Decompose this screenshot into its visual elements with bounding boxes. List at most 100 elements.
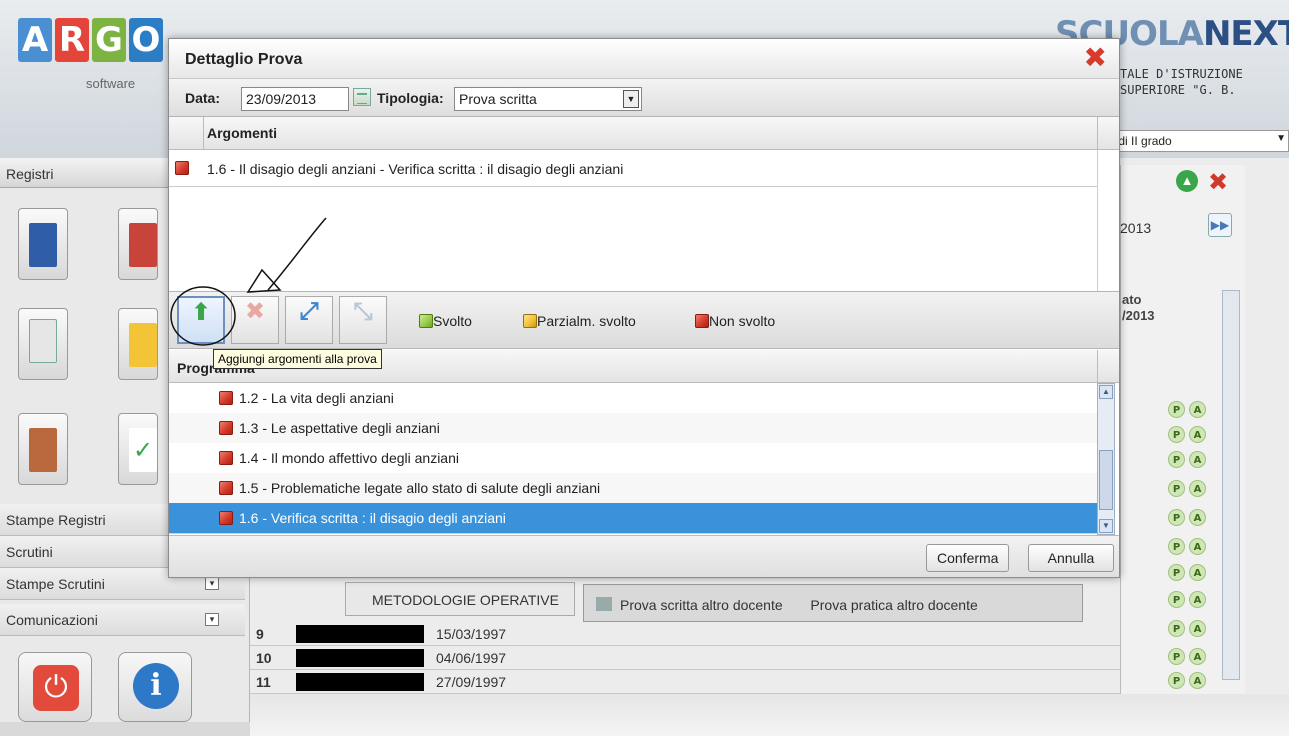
fast-forward-icon[interactable]: ▶▶ (1208, 213, 1232, 237)
remove-argomenti-button[interactable]: ✖ (231, 296, 279, 344)
presente-badge[interactable]: P (1168, 451, 1185, 468)
presente-badge[interactable]: P (1168, 509, 1185, 526)
calendar-icon[interactable] (18, 308, 68, 380)
scroll-up-icon[interactable]: ▲ (1099, 385, 1113, 399)
argomenti-empty-area (169, 188, 1097, 291)
column-divider (203, 117, 204, 150)
assente-badge[interactable]: A (1189, 538, 1206, 555)
column-header-partial: ato /2013 (1122, 292, 1155, 324)
background-scrollbar[interactable] (1222, 290, 1240, 680)
scroll-down-icon[interactable]: ▼ (1099, 519, 1113, 533)
filter-bar: Data: 23/09/2013 Tipologia: Prova scritt… (169, 79, 1119, 117)
table-row[interactable]: 11 27/09/1997 (250, 670, 1120, 694)
assente-badge[interactable]: A (1189, 672, 1206, 689)
presence-row: PA (1168, 538, 1206, 555)
argo-logo: A R G O (18, 18, 163, 62)
assente-badge[interactable]: A (1189, 591, 1206, 608)
background-decoration (250, 694, 1289, 736)
presente-badge[interactable]: P (1168, 648, 1185, 665)
programma-scrollbar[interactable]: ▲ ▼ (1097, 383, 1115, 535)
programma-item-text: 1.6 - Verifica scritta : il disagio degl… (239, 510, 506, 526)
expand-icon: ⤢ (299, 297, 319, 325)
presente-badge[interactable]: P (1168, 564, 1185, 581)
presente-badge[interactable]: P (1168, 426, 1185, 443)
report-icon[interactable] (18, 413, 68, 485)
presence-row: PA (1168, 426, 1206, 443)
non-svolto-status-icon (695, 314, 709, 328)
tab-metodologie[interactable]: METODOLOGIE OPERATIVE (345, 582, 575, 616)
assente-badge[interactable]: A (1189, 509, 1206, 526)
presence-row: PA (1168, 401, 1206, 418)
sidebar-item-label: Stampe Registri (6, 512, 106, 528)
argomento-text: 1.6 - Il disagio degli anziani - Verific… (207, 161, 624, 177)
assente-badge[interactable]: A (1189, 480, 1206, 497)
assente-badge[interactable]: A (1189, 648, 1206, 665)
logout-button[interactable]: ⏻ (18, 652, 92, 722)
scrollbar-thumb[interactable] (1099, 450, 1113, 510)
expand-icon[interactable]: ▾ (205, 613, 219, 626)
info-icon: i (133, 663, 179, 709)
registro-docente-icon[interactable] (118, 208, 158, 280)
presence-row: PA (1168, 509, 1206, 526)
school-name: TALE D'ISTRUZIONE SUPERIORE "G. B. (1120, 66, 1243, 98)
close-icon[interactable]: ✖ (1084, 44, 1107, 72)
collapse-all-button[interactable]: ⤡ (339, 296, 387, 344)
presente-badge[interactable]: P (1168, 401, 1185, 418)
logo-subtitle: software (86, 76, 136, 91)
edit-icon[interactable] (118, 308, 158, 380)
calendar-icon[interactable] (353, 88, 371, 106)
argomento-row[interactable]: 1.6 - Il disagio degli anziani - Verific… (169, 151, 1097, 187)
list-item[interactable]: 1.5 - Problematiche legate allo stato di… (169, 473, 1097, 504)
sidebar-item-comunicazioni[interactable]: Comunicazioni ▾ (0, 604, 245, 636)
sidebar-item-label: Comunicazioni (6, 612, 98, 628)
brand-part: NEXT (1202, 14, 1289, 54)
tipologia-select[interactable]: Prova scritta ▼ (454, 87, 642, 111)
sidebar-item-label: Stampe Scrutini (6, 576, 105, 592)
registro-classe-icon[interactable] (18, 208, 68, 280)
column-divider (1097, 350, 1098, 383)
logo-letter: A (18, 18, 52, 62)
sidebar-item-label: Scrutini (6, 544, 53, 560)
presente-badge[interactable]: P (1168, 591, 1185, 608)
column-header-line: ato (1122, 292, 1142, 307)
presente-badge[interactable]: P (1168, 538, 1185, 555)
argomenti-header: Argomenti (169, 117, 1119, 150)
checkmark-icon[interactable]: ✓ (118, 413, 158, 485)
assente-badge[interactable]: A (1189, 401, 1206, 418)
non-svolto-status-icon (219, 511, 233, 525)
presence-row: PA (1168, 591, 1206, 608)
assente-badge[interactable]: A (1189, 426, 1206, 443)
assente-badge[interactable]: A (1189, 451, 1206, 468)
list-item[interactable]: 1.4 - Il mondo affettivo degli anziani (169, 443, 1097, 474)
presente-badge[interactable]: P (1168, 480, 1185, 497)
logo-letter: R (55, 18, 89, 62)
list-item-selected[interactable]: 1.6 - Verifica scritta : il disagio degl… (169, 503, 1097, 534)
info-button[interactable]: i (118, 652, 192, 722)
expand-all-button[interactable]: ⤢ (285, 296, 333, 344)
column-header-line: /2013 (1122, 308, 1155, 323)
table-row[interactable]: 10 04/06/1997 (250, 646, 1120, 670)
close-icon[interactable]: ✖ (1208, 168, 1228, 196)
assente-badge[interactable]: A (1189, 620, 1206, 637)
confirm-circle-icon[interactable]: ▲ (1176, 170, 1198, 192)
tab-label: Prova pratica altro docente (810, 597, 978, 613)
argomenti-column-header: Argomenti (207, 125, 277, 141)
tooltip: Aggiungi argomenti alla prova (213, 349, 382, 369)
non-svolto-status-icon (219, 481, 233, 495)
presente-badge[interactable]: P (1168, 672, 1185, 689)
expand-icon[interactable]: ▾ (205, 577, 219, 590)
date-input[interactable]: 23/09/2013 (241, 87, 349, 111)
table-row[interactable]: 9 15/03/1997 (250, 622, 1120, 646)
list-item[interactable]: 1.2 - La vita degli anziani (169, 383, 1097, 414)
non-svolto-status-icon (175, 161, 189, 175)
list-item[interactable]: 1.3 - Le aspettative degli anziani (169, 413, 1097, 444)
conferma-button[interactable]: Conferma (926, 544, 1010, 572)
presente-badge[interactable]: P (1168, 620, 1185, 637)
chevron-down-icon[interactable]: ▼ (623, 90, 639, 108)
annulla-button[interactable]: Annulla (1028, 544, 1114, 572)
redacted-name (296, 649, 424, 667)
tab-label: Prova scritta altro docente (620, 597, 783, 613)
tab-prove-altri-docenti[interactable]: Prova scritta altro docente Prova pratic… (583, 584, 1083, 622)
assente-badge[interactable]: A (1189, 564, 1206, 581)
add-argomenti-button[interactable]: ⬆ (177, 296, 225, 344)
